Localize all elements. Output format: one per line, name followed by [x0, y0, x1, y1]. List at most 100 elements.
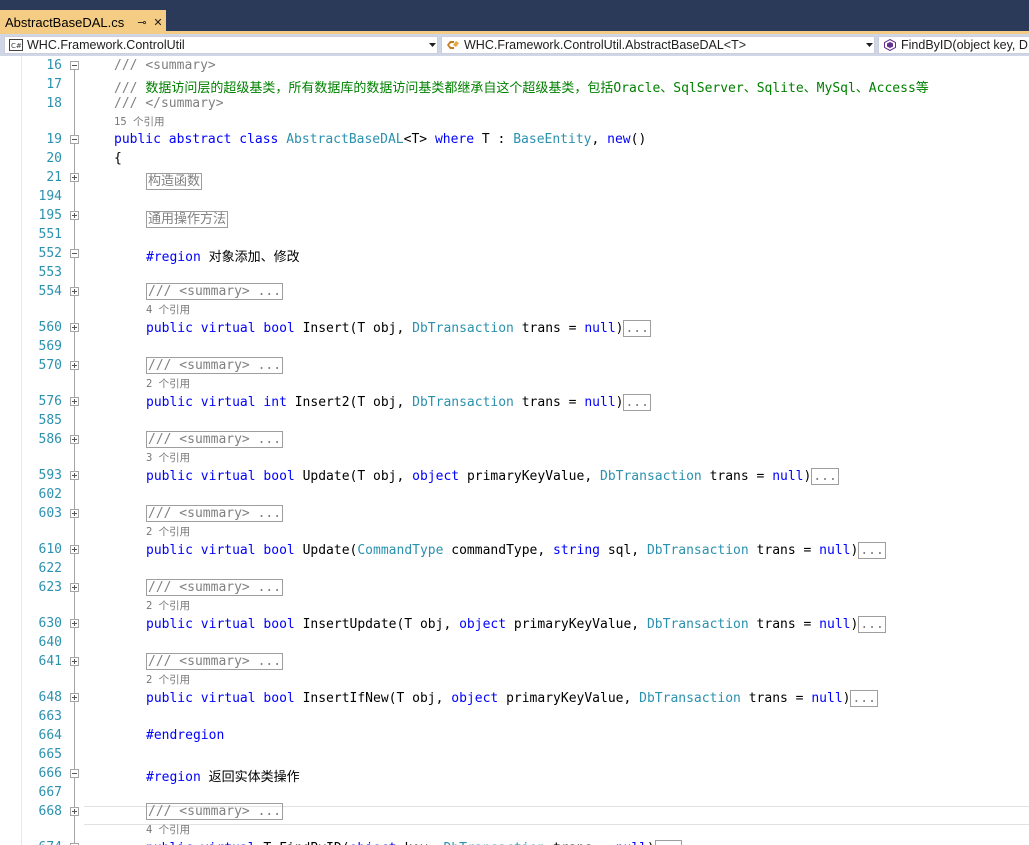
line-number: 21 [46, 170, 62, 185]
reference-count-line: 4 个引用 [0, 822, 1029, 837]
code-token: DbTransaction [600, 469, 710, 484]
collapsed-region[interactable]: /// <summary> ... [146, 283, 284, 300]
code-token: public [114, 132, 169, 147]
chevron-down-icon [427, 37, 437, 53]
collapsed-region[interactable]: /// <summary> ... [146, 579, 284, 596]
code-token: virtual [200, 691, 264, 706]
collapsed-body[interactable]: ... [623, 394, 651, 411]
member-dropdown-value: FindByID(object key, D [901, 38, 1028, 52]
code-token: ) [803, 469, 812, 484]
class-icon [446, 39, 460, 51]
code-line: 640 [0, 634, 1029, 653]
code-line: 570 /// <summary> ... [0, 357, 1029, 376]
member-dropdown[interactable]: FindByID(object key, D [878, 36, 1029, 54]
code-line: 19 public abstract class AbstractBaseDAL<… [0, 131, 1029, 150]
code-token: bool [263, 469, 303, 484]
collapsed-region[interactable]: /// <summary> ... [146, 431, 284, 448]
code-token: object [350, 841, 405, 845]
collapsed-body[interactable]: ... [811, 468, 839, 485]
code-line: 554 /// <summary> ... [0, 283, 1029, 302]
code-token: null [584, 395, 616, 410]
collapsed-body[interactable]: ... [654, 840, 683, 845]
code-token: InsertUpdate(T obj, [302, 617, 460, 632]
expand-icon[interactable] [70, 361, 79, 370]
code-text: /// <summary> ... [146, 357, 284, 374]
line-number: 641 [38, 654, 62, 669]
code-token: ) [850, 617, 859, 632]
code-token: { [114, 151, 122, 166]
code-editor[interactable]: 16 /// <summary> 17 /// 数据访问层的超级基类，所有数据库的数据… [0, 56, 1029, 845]
code-token: #endregion [146, 728, 225, 743]
reference-count-link[interactable]: 15 个引用 [114, 114, 164, 129]
expand-icon[interactable] [70, 619, 79, 628]
close-icon[interactable]: ✕ [150, 16, 166, 29]
code-token: virtual [200, 321, 264, 336]
collapsed-region[interactable]: /// <summary> ... [146, 357, 284, 374]
code-line: 586 /// <summary> ... [0, 431, 1029, 450]
code-token: T : [481, 132, 514, 147]
code-token: InsertIfNew(T obj, [302, 691, 452, 706]
line-number: 665 [38, 747, 62, 762]
code-token: trans = [748, 691, 812, 706]
code-token: 返回实体类操作 [208, 770, 300, 785]
code-token: , [591, 132, 608, 147]
expand-icon[interactable] [70, 807, 79, 816]
reference-count-link[interactable]: 4 个引用 [146, 822, 190, 837]
expand-icon[interactable] [70, 435, 79, 444]
collapse-icon[interactable] [70, 769, 79, 778]
code-line: 553 [0, 264, 1029, 283]
collapsed-body[interactable]: ... [858, 616, 886, 633]
code-text: { [114, 151, 122, 166]
type-dropdown[interactable]: WHC.Framework.ControlUtil.AbstractBaseDA… [441, 36, 875, 54]
reference-count-link[interactable]: 2 个引用 [146, 524, 190, 539]
pin-icon[interactable]: ⊸ [134, 16, 150, 29]
reference-count-link[interactable]: 4 个引用 [146, 302, 190, 317]
expand-icon[interactable] [70, 323, 79, 332]
collapse-icon[interactable] [70, 135, 79, 144]
code-token: DbTransaction [646, 617, 757, 632]
expand-icon[interactable] [70, 471, 79, 480]
reference-count-link[interactable]: 2 个引用 [146, 672, 190, 687]
expand-icon[interactable] [70, 545, 79, 554]
collapsed-region[interactable]: /// <summary> ... [146, 653, 284, 670]
line-number: 622 [38, 561, 62, 576]
expand-icon[interactable] [70, 693, 79, 702]
code-text: public virtual bool InsertUpdate(T obj, … [146, 616, 886, 633]
expand-icon[interactable] [70, 287, 79, 296]
code-token: DbTransaction [412, 321, 522, 336]
code-token: /// [114, 58, 146, 73]
navigation-bar: C# WHC.Framework.ControlUtil WHC.Framewo… [0, 34, 1029, 56]
collapsed-body[interactable]: ... [858, 542, 886, 559]
collapsed-region[interactable]: /// <summary> ... [146, 505, 284, 522]
expand-icon[interactable] [70, 509, 79, 518]
project-dropdown[interactable]: C# WHC.Framework.ControlUtil [4, 36, 438, 54]
code-token: trans = [756, 543, 820, 558]
type-dropdown-value: WHC.Framework.ControlUtil.AbstractBaseDA… [464, 38, 747, 52]
code-line: 194 [0, 188, 1029, 207]
collapsed-region[interactable]: /// <summary> ... [146, 803, 284, 820]
code-token: null [772, 469, 804, 484]
collapse-icon[interactable] [70, 61, 79, 70]
reference-count-link[interactable]: 2 个引用 [146, 598, 190, 613]
code-token: <summary> [145, 58, 216, 73]
code-token: trans = [521, 395, 585, 410]
collapsed-body[interactable]: ... [623, 320, 651, 337]
expand-icon[interactable] [70, 397, 79, 406]
code-line: 648 public virtual bool InsertIfNew(T obj… [0, 689, 1029, 708]
code-text: /// <summary> ... [146, 283, 284, 300]
collapsed-body[interactable]: ... [850, 690, 878, 707]
reference-count-link[interactable]: 3 个引用 [146, 450, 190, 465]
line-number: 623 [38, 580, 62, 595]
reference-count-link[interactable]: 2 个引用 [146, 376, 190, 391]
expand-icon[interactable] [70, 211, 79, 220]
collapse-icon[interactable] [70, 249, 79, 258]
reference-count-line: 2 个引用 [0, 672, 1029, 687]
expand-icon[interactable] [70, 657, 79, 666]
expand-icon[interactable] [70, 173, 79, 182]
expand-icon[interactable] [70, 583, 79, 592]
code-token: CommandType [357, 543, 452, 558]
code-line: 551 [0, 226, 1029, 245]
code-token: #region [146, 250, 209, 265]
code-text: public virtual bool Insert(T obj, DbTran… [146, 320, 651, 337]
tab-abstractbasedal[interactable]: AbstractBaseDAL.cs ⊸ ✕ [0, 10, 166, 34]
